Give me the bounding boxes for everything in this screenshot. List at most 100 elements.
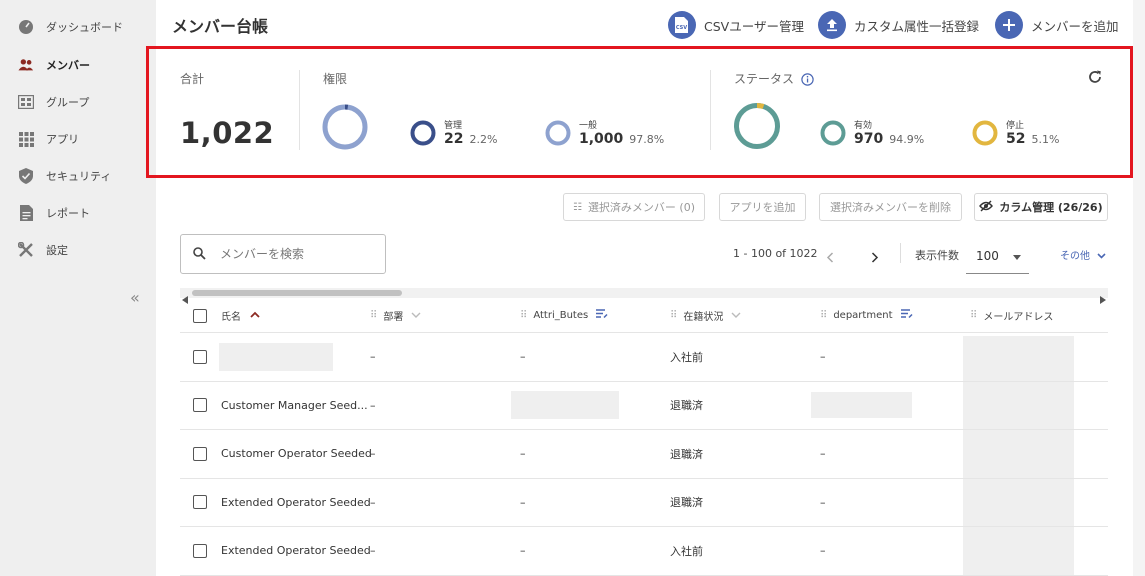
cell-name[interactable]: Extended Operator Seeded	[221, 479, 371, 527]
sidebar-item-dashboard[interactable]: ダッシュボード	[0, 12, 156, 42]
filter-list-icon[interactable]	[596, 309, 608, 322]
members-icon	[18, 57, 34, 73]
sidebar-item-settings[interactable]: 設定	[0, 235, 156, 265]
role-general-value: 1,000	[579, 131, 624, 147]
cell-attri-butes: –	[520, 350, 526, 364]
filter-list-icon[interactable]	[900, 309, 913, 322]
cell-name[interactable]: Customer Manager Seed...	[221, 382, 368, 430]
prev-page-icon[interactable]	[826, 248, 834, 267]
cell-department: –	[820, 495, 826, 509]
drag-handle-icon[interactable]: ⠿	[520, 310, 527, 321]
sidebar-item-apps[interactable]: アプリ	[0, 124, 156, 154]
horizontal-scrollbar[interactable]	[180, 288, 1108, 304]
row-checkbox[interactable]	[193, 527, 207, 575]
upload-icon	[818, 11, 846, 39]
vertical-scrollbar[interactable]	[1133, 0, 1145, 576]
info-icon[interactable]	[801, 71, 814, 90]
cell-status: 退職済	[670, 447, 703, 461]
cell-dept: –	[370, 495, 376, 509]
status-donut-chart	[733, 102, 781, 154]
next-page-icon[interactable]	[871, 248, 879, 267]
sidebar-item-label: メンバー	[46, 59, 90, 72]
status-stopped-pct: 5.1%	[1031, 133, 1060, 146]
svg-text:CSV: CSV	[676, 25, 687, 31]
sidebar-item-label: レポート	[46, 207, 90, 220]
row-checkbox[interactable]	[193, 333, 207, 381]
dropdown-arrow-icon	[1012, 249, 1021, 263]
column-header-label: 部署	[383, 312, 404, 323]
chevron-down-icon[interactable]	[731, 310, 741, 321]
status-active-label: 有効	[854, 121, 873, 131]
column-header-employment-status[interactable]: ⠿ 在籍状況	[670, 299, 741, 332]
selected-members-label: 選択済みメンバー (0)	[587, 201, 696, 214]
total-value: 1,022	[180, 116, 275, 150]
sidebar-item-reports[interactable]: レポート	[0, 198, 156, 228]
column-header-attri-butes[interactable]: ⠿ Attri_Butes	[520, 299, 608, 332]
column-header-department[interactable]: ⠿ department	[820, 299, 913, 332]
divider	[710, 70, 711, 150]
scrollbar-thumb[interactable]	[192, 290, 402, 296]
divider	[900, 243, 901, 263]
row-checkbox[interactable]	[193, 382, 207, 430]
add-app-button[interactable]: アプリを追加	[719, 193, 806, 221]
selected-members-button[interactable]: ☷ 選択済みメンバー (0)	[563, 193, 705, 221]
other-menu-button[interactable]: その他	[1060, 247, 1106, 262]
role-label: 権限	[323, 72, 348, 86]
add-app-label: アプリを追加	[729, 201, 796, 214]
drag-handle-icon[interactable]: ⠿	[820, 310, 827, 321]
active-ring-icon	[820, 120, 846, 145]
csv-file-icon: CSV	[668, 11, 696, 39]
department-placeholder	[811, 392, 912, 419]
sidebar-item-groups[interactable]: グループ	[0, 87, 156, 117]
add-member-button[interactable]: メンバーを追加	[995, 10, 1119, 40]
column-header-email[interactable]: ⠿ メールアドレス	[970, 299, 1053, 332]
delete-selected-button[interactable]: 選択済みメンバーを削除	[819, 193, 962, 221]
cell-name[interactable]: Extended Operator Seeded	[221, 527, 371, 575]
total-label: 合計	[180, 72, 205, 86]
table-row[interactable]: Customer Operator Seeded – – 退職済 –	[180, 430, 1108, 479]
column-header-name[interactable]: 氏名	[221, 299, 260, 332]
column-header-label: Attri_Butes	[533, 310, 589, 321]
select-all-checkbox[interactable]	[193, 299, 207, 332]
chevron-down-icon[interactable]	[411, 310, 421, 321]
table-row[interactable]: Extended Operator Seeded – – 入社前 –	[180, 527, 1108, 576]
cell-dept: –	[370, 544, 376, 558]
custom-attr-bulk-button[interactable]: カスタム属性一括登録	[818, 10, 979, 40]
sidebar-item-security[interactable]: セキュリティ	[0, 161, 156, 191]
drag-handle-icon[interactable]: ⠿	[970, 310, 977, 321]
status-stopped-value: 52	[1006, 131, 1026, 147]
table-row[interactable]: Customer Manager Seed... – 退職済	[180, 382, 1108, 430]
other-label: その他	[1060, 251, 1090, 262]
role-general-label: 一般	[579, 121, 598, 131]
collapse-sidebar-button[interactable]: «	[130, 288, 140, 307]
row-checkbox[interactable]	[193, 479, 207, 527]
search-box[interactable]	[180, 234, 386, 274]
cell-name[interactable]: Customer Operator Seeded	[221, 430, 372, 478]
cell-status: 退職済	[670, 496, 703, 510]
sort-asc-icon[interactable]	[250, 310, 260, 321]
column-header-dept[interactable]: ⠿ 部署	[370, 299, 421, 332]
column-header-label: 在籍状況	[683, 312, 724, 323]
plus-icon	[995, 11, 1023, 39]
role-general-pct: 97.8%	[629, 133, 665, 146]
role-admin-pct: 2.2%	[469, 133, 498, 146]
status-label: ステータス	[734, 72, 795, 86]
csv-user-manage-button[interactable]: CSV CSVユーザー管理	[668, 10, 804, 40]
drag-handle-icon[interactable]: ⠿	[370, 310, 377, 321]
custom-attr-bulk-label: カスタム属性一括登録	[854, 18, 980, 34]
sidebar-item-members[interactable]: メンバー	[0, 50, 156, 80]
search-input[interactable]	[220, 247, 370, 261]
table-row[interactable]: – – 入社前 –	[180, 333, 1108, 382]
status-active-pct: 94.9%	[889, 133, 925, 146]
cell-department: –	[820, 350, 826, 364]
csv-user-manage-label: CSVユーザー管理	[704, 18, 804, 34]
table-row[interactable]: Extended Operator Seeded – – 退職済 –	[180, 479, 1108, 527]
refresh-icon[interactable]	[1088, 69, 1102, 88]
shield-icon	[18, 168, 34, 184]
drag-handle-icon[interactable]: ⠿	[670, 310, 677, 321]
row-checkbox[interactable]	[193, 430, 207, 478]
page-title: メンバー台帳	[172, 17, 269, 36]
column-manage-button[interactable]: カラム管理 (26/26)	[974, 193, 1108, 221]
sidebar: ダッシュボード メンバー グループ アプリ セキュリティ レポート 設定 «	[0, 0, 156, 576]
per-page-select[interactable]: 100	[966, 238, 1029, 274]
